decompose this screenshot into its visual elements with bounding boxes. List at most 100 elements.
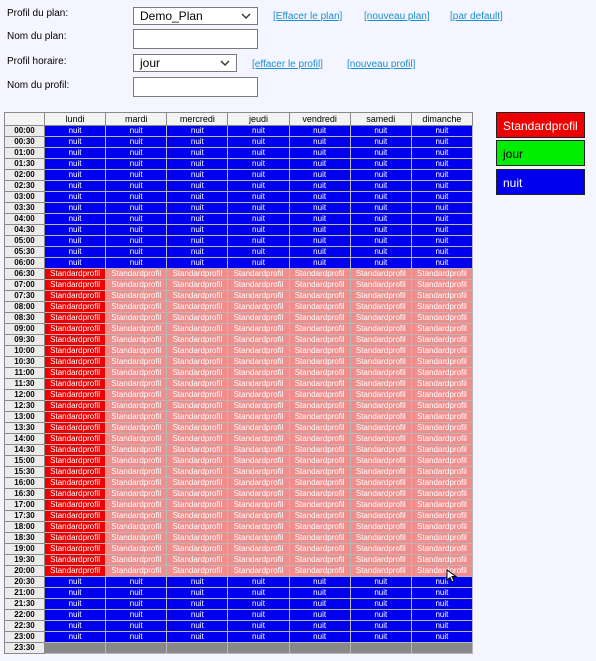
schedule-cell[interactable]: Standardprofil <box>43 301 107 313</box>
schedule-cell[interactable]: Standardprofil <box>410 378 474 390</box>
schedule-cell[interactable]: Standardprofil <box>166 356 229 368</box>
schedule-cell[interactable]: nuit <box>227 224 290 236</box>
schedule-cell[interactable]: Standardprofil <box>166 378 229 390</box>
day-header[interactable]: lundi <box>43 112 107 126</box>
schedule-cell[interactable]: Standardprofil <box>410 345 474 357</box>
schedule-cell[interactable]: Standardprofil <box>410 323 474 335</box>
schedule-cell[interactable]: Standardprofil <box>227 356 290 368</box>
schedule-cell[interactable]: Standardprofil <box>43 433 107 445</box>
schedule-cell[interactable]: Standardprofil <box>105 290 168 302</box>
schedule-cell[interactable]: nuit <box>43 125 107 137</box>
schedule-cell[interactable]: Standardprofil <box>288 400 351 412</box>
schedule-cell[interactable]: nuit <box>349 235 412 247</box>
schedule-cell[interactable]: nuit <box>227 609 290 621</box>
schedule-cell[interactable]: Standardprofil <box>288 466 351 478</box>
schedule-cell[interactable]: nuit <box>288 136 351 148</box>
schedule-cell[interactable]: Standardprofil <box>105 411 168 423</box>
schedule-cell[interactable]: nuit <box>166 246 229 258</box>
schedule-cell[interactable]: Standardprofil <box>349 356 412 368</box>
schedule-cell[interactable] <box>410 642 474 654</box>
schedule-cell[interactable]: nuit <box>288 180 351 192</box>
schedule-cell[interactable]: Standardprofil <box>166 444 229 456</box>
schedule-cell[interactable]: nuit <box>349 147 412 159</box>
schedule-cell[interactable]: Standardprofil <box>166 499 229 511</box>
schedule-cell[interactable]: Standardprofil <box>166 389 229 401</box>
schedule-cell[interactable]: nuit <box>349 587 412 599</box>
day-header[interactable]: mardi <box>105 112 168 126</box>
schedule-cell[interactable]: Standardprofil <box>105 466 168 478</box>
schedule-cell[interactable]: nuit <box>105 598 168 610</box>
schedule-cell[interactable]: Standardprofil <box>227 389 290 401</box>
schedule-cell[interactable]: Standardprofil <box>349 565 412 577</box>
schedule-cell[interactable]: nuit <box>410 620 474 632</box>
schedule-cell[interactable]: Standardprofil <box>166 290 229 302</box>
schedule-cell[interactable]: Standardprofil <box>288 334 351 346</box>
schedule-cell[interactable]: Standardprofil <box>410 433 474 445</box>
legend-nuit[interactable]: nuit <box>496 169 585 195</box>
schedule-cell[interactable]: nuit <box>166 213 229 225</box>
schedule-cell[interactable]: Standardprofil <box>105 532 168 544</box>
schedule-cell[interactable]: nuit <box>166 576 229 588</box>
schedule-cell[interactable]: Standardprofil <box>105 543 168 555</box>
schedule-cell[interactable]: Standardprofil <box>349 499 412 511</box>
schedule-cell[interactable]: nuit <box>349 620 412 632</box>
schedule-cell[interactable]: Standardprofil <box>349 301 412 313</box>
new-profile-link[interactable]: [nouveau profil] <box>347 59 415 70</box>
schedule-cell[interactable]: nuit <box>105 224 168 236</box>
schedule-cell[interactable] <box>227 642 290 654</box>
schedule-cell[interactable]: nuit <box>288 576 351 588</box>
schedule-cell[interactable]: Standardprofil <box>105 356 168 368</box>
schedule-cell[interactable]: nuit <box>105 235 168 247</box>
schedule-cell[interactable]: Standardprofil <box>166 411 229 423</box>
schedule-cell[interactable]: Standardprofil <box>43 477 107 489</box>
schedule-cell[interactable]: Standardprofil <box>227 268 290 280</box>
schedule-cell[interactable]: Standardprofil <box>349 488 412 500</box>
day-header[interactable]: mercredi <box>166 112 229 126</box>
schedule-cell[interactable]: Standardprofil <box>43 389 107 401</box>
schedule-cell[interactable]: Standardprofil <box>288 345 351 357</box>
schedule-cell[interactable]: nuit <box>349 136 412 148</box>
schedule-cell[interactable]: nuit <box>288 257 351 269</box>
schedule-cell[interactable]: Standardprofil <box>227 312 290 324</box>
schedule-cell[interactable]: Standardprofil <box>166 323 229 335</box>
schedule-cell[interactable]: Standardprofil <box>288 290 351 302</box>
schedule-cell[interactable]: Standardprofil <box>288 543 351 555</box>
schedule-cell[interactable]: Standardprofil <box>410 444 474 456</box>
schedule-cell[interactable]: Standardprofil <box>288 389 351 401</box>
schedule-cell[interactable]: nuit <box>43 246 107 258</box>
schedule-cell[interactable]: Standardprofil <box>410 279 474 291</box>
schedule-cell[interactable]: Standardprofil <box>227 565 290 577</box>
schedule-cell[interactable]: Standardprofil <box>227 334 290 346</box>
schedule-cell[interactable]: nuit <box>349 257 412 269</box>
schedule-cell[interactable]: Standardprofil <box>166 532 229 544</box>
schedule-cell[interactable]: nuit <box>349 202 412 214</box>
new-plan-link[interactable]: [nouveau plan] <box>364 11 430 22</box>
schedule-cell[interactable]: nuit <box>43 224 107 236</box>
schedule-cell[interactable]: Standardprofil <box>288 279 351 291</box>
schedule-cell[interactable]: nuit <box>105 180 168 192</box>
schedule-cell[interactable]: Standardprofil <box>349 477 412 489</box>
schedule-cell[interactable]: nuit <box>43 147 107 159</box>
schedule-cell[interactable]: Standardprofil <box>410 367 474 379</box>
schedule-cell[interactable]: nuit <box>349 169 412 181</box>
schedule-cell[interactable]: Standardprofil <box>349 510 412 522</box>
schedule-cell[interactable]: Standardprofil <box>43 378 107 390</box>
schedule-cell[interactable]: Standardprofil <box>410 477 474 489</box>
schedule-cell[interactable]: nuit <box>349 224 412 236</box>
schedule-cell[interactable]: nuit <box>349 576 412 588</box>
schedule-cell[interactable]: Standardprofil <box>166 334 229 346</box>
schedule-cell[interactable]: nuit <box>410 587 474 599</box>
schedule-cell[interactable]: nuit <box>288 125 351 137</box>
schedule-cell[interactable]: Standardprofil <box>410 334 474 346</box>
schedule-cell[interactable]: nuit <box>43 235 107 247</box>
schedule-cell[interactable]: nuit <box>288 620 351 632</box>
schedule-cell[interactable]: nuit <box>43 257 107 269</box>
schedule-cell[interactable]: Standardprofil <box>166 477 229 489</box>
schedule-cell[interactable]: nuit <box>166 180 229 192</box>
day-header[interactable]: samedi <box>349 112 412 126</box>
schedule-cell[interactable]: nuit <box>166 125 229 137</box>
schedule-cell[interactable]: Standardprofil <box>410 400 474 412</box>
schedule-cell[interactable]: Standardprofil <box>288 422 351 434</box>
schedule-cell[interactable]: Standardprofil <box>105 345 168 357</box>
schedule-cell[interactable]: nuit <box>227 235 290 247</box>
